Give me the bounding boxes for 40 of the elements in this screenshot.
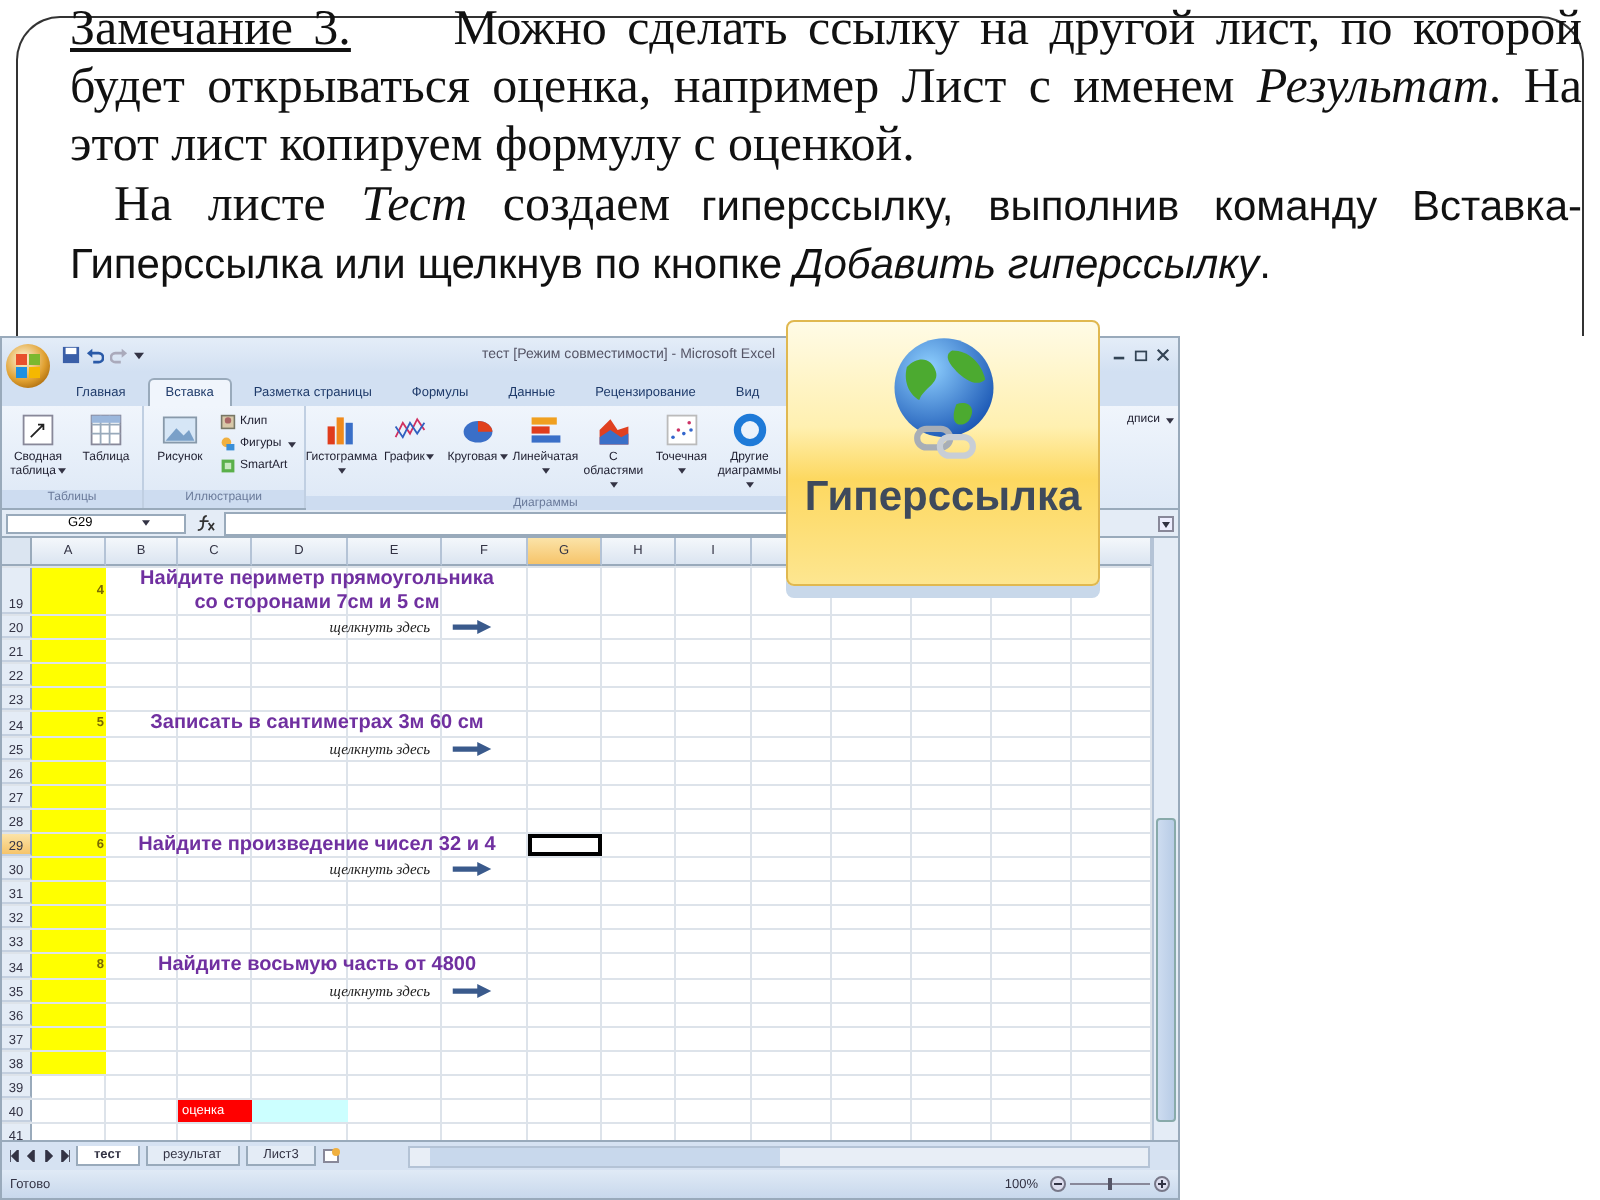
paragraph-text: На листе Тест создаем гиперссылку, выполнив команду Вставка-Гиперссылка или щелкнув по кнопке Добавить гиперссылку. (70, 178, 1582, 292)
horizontal-scrollbar[interactable] (408, 1145, 1150, 1167)
sheet-nav-icon[interactable] (10, 1150, 70, 1162)
table-icon (88, 412, 124, 448)
task-text: Найдите произведение чисел 32 и 4 (138, 833, 496, 856)
bar-icon (527, 412, 564, 448)
arrow-icon (452, 983, 492, 997)
arrow-icon (452, 741, 492, 755)
caret-icon (426, 453, 435, 460)
caret-icon (1166, 417, 1174, 423)
arrow-icon (452, 620, 492, 634)
answer-cell[interactable] (252, 1099, 348, 1121)
scatter-icon (663, 412, 700, 448)
task-text: Найдите восьмую часть от 4800 (157, 954, 477, 977)
caret-icon (610, 481, 619, 488)
scroll-thumb[interactable] (1156, 818, 1176, 1122)
caret-icon (499, 453, 508, 460)
caret-icon (678, 467, 687, 474)
save-icon[interactable] (62, 346, 80, 364)
caret-icon (338, 467, 347, 474)
task-text: Найдите периметр прямоугольника со сторонами 7см и 5 см (140, 568, 494, 614)
caret-icon (542, 467, 551, 474)
function-icon[interactable] (194, 514, 216, 532)
arrow-icon (452, 862, 492, 876)
shapes-icon (220, 436, 236, 452)
task-text: Записать в сантиметрах 3м 60 см (150, 712, 484, 735)
close-icon[interactable] (1156, 348, 1170, 362)
restore-icon[interactable] (1134, 348, 1148, 362)
expand-icon[interactable] (1158, 515, 1174, 531)
zoom-slider-icon[interactable] (1050, 1176, 1170, 1192)
undo-icon[interactable] (86, 346, 104, 364)
caret-icon (746, 481, 755, 488)
caret-icon (287, 441, 296, 447)
caret-icon[interactable] (134, 351, 144, 359)
caret-icon (57, 467, 66, 474)
picture-icon (162, 412, 198, 448)
vertical-scrollbar[interactable] (1152, 538, 1178, 1140)
new-sheet-icon[interactable] (322, 1148, 343, 1164)
smartart-icon (220, 458, 236, 474)
caret-icon (142, 520, 151, 526)
